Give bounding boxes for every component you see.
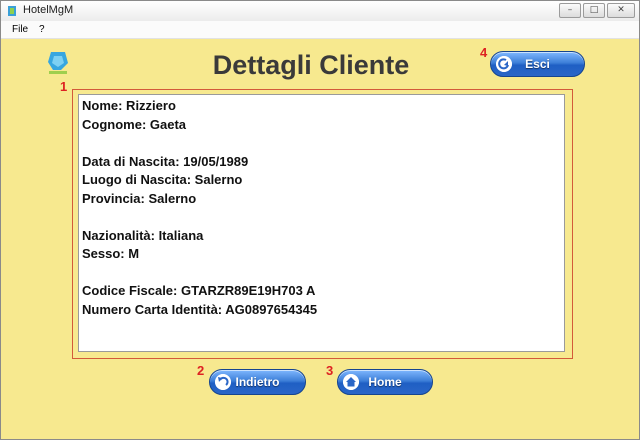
app-window: HotelMgM – □ ✕ File ? Dettagli Cliente 1… [0, 0, 640, 440]
detail-sesso: Sesso: M [82, 246, 140, 261]
detail-data-nascita: Data di Nascita: 19/05/1989 [82, 153, 249, 169]
window-controls: – □ ✕ [559, 3, 635, 18]
indietro-label: Indietro [235, 375, 280, 389]
indietro-button[interactable]: Indietro [209, 369, 306, 395]
detail-nome: Nome: Rizziero [82, 98, 176, 113]
hotel-app-icon [8, 6, 16, 16]
detail-cognome: Cognome: Gaeta [82, 116, 187, 132]
detail-carta-identita: Numero Carta Identità: AG0897654345 [82, 301, 318, 317]
esci-label: Esci [525, 57, 550, 71]
client-details-panel: Nome: Rizziero Cognome: Gaeta Data di Na… [78, 94, 565, 352]
home-label: Home [368, 375, 402, 389]
detail-nazionalita: Nazionalità: Italiana [82, 227, 204, 243]
annotation-marker-2: 2 [197, 363, 205, 378]
annotation-marker-1: 1 [60, 79, 68, 94]
annotation-marker-3: 3 [326, 363, 334, 378]
annotation-marker-4: 4 [480, 45, 488, 60]
detail-codice-fiscale: Codice Fiscale: GTARZR89E19H703 A [82, 283, 316, 298]
close-button[interactable]: ✕ [607, 3, 635, 18]
home-button[interactable]: Home [337, 369, 433, 395]
title-bar[interactable]: HotelMgM – □ ✕ [1, 1, 639, 22]
detail-luogo-nascita: Luogo di Nascita: Salerno [82, 172, 243, 187]
menu-bar: File ? [1, 21, 639, 39]
esci-button[interactable]: Esci [490, 51, 585, 77]
menu-file[interactable]: File [12, 24, 28, 35]
window-title: HotelMgM [23, 4, 74, 16]
maximize-button[interactable]: □ [583, 3, 605, 18]
minimize-button[interactable]: – [559, 3, 581, 18]
menu-help[interactable]: ? [39, 24, 45, 35]
detail-provincia: Provincia: Salerno [82, 190, 197, 206]
